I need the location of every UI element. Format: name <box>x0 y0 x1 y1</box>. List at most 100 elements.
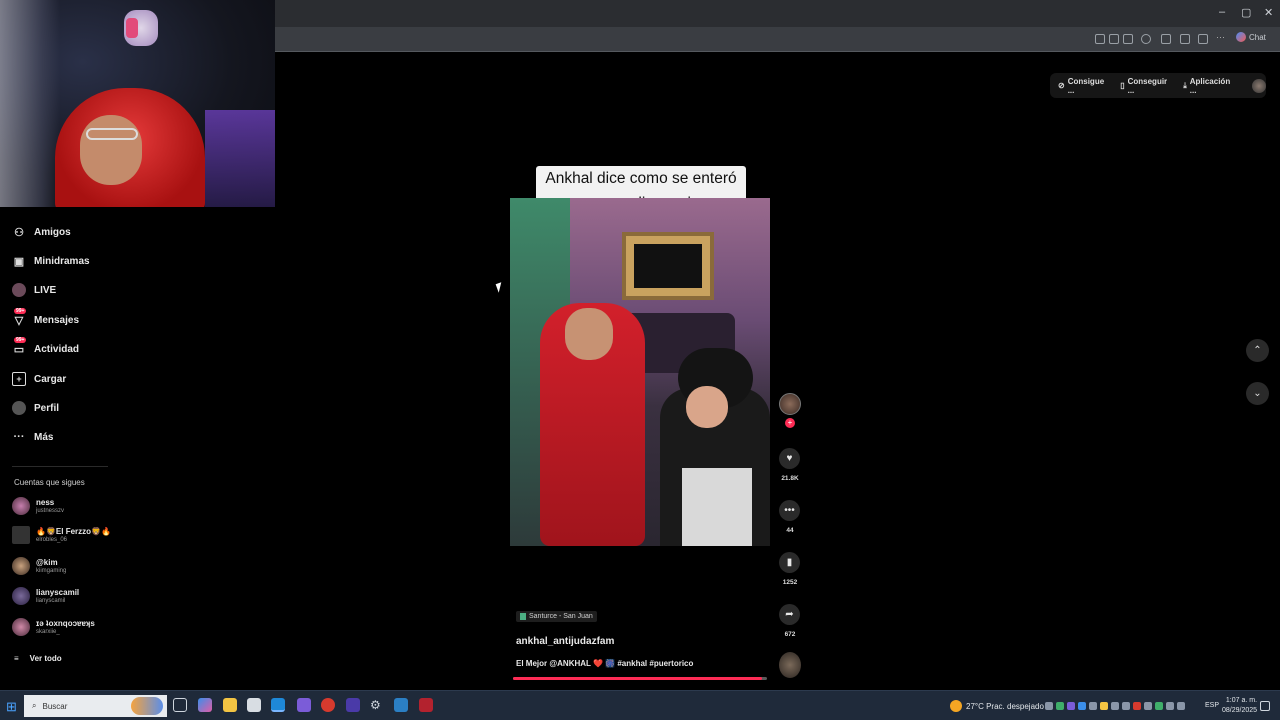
wifi-icon[interactable] <box>1111 702 1119 710</box>
following-account[interactable]: ness justnesszv <box>12 497 64 515</box>
task-view-icon[interactable] <box>173 698 187 712</box>
webcam-background <box>205 110 275 207</box>
volume-icon[interactable] <box>1122 702 1130 710</box>
sidebar-item-mensajes[interactable]: ▽ 99+ Mensajes <box>12 308 79 327</box>
save-action[interactable]: ▮ 1252 <box>779 552 801 586</box>
taskbar-search[interactable]: ⌕ Buscar <box>24 695 167 717</box>
tray-icon[interactable] <box>1100 702 1108 710</box>
sidebar-item-amigos[interactable]: ⚇ Amigos <box>12 225 71 239</box>
sidebar-item-minidramas[interactable]: ▣ Minidramas <box>12 254 90 268</box>
top-actions-bar: ⊘ Consigue ... ▯ Conseguir ... ⤓ Aplicac… <box>1050 73 1267 98</box>
video-shirt-print <box>682 468 752 546</box>
see-all-button[interactable]: ≡ Ver todo <box>14 654 62 663</box>
tray-icon[interactable] <box>1155 702 1163 710</box>
tray-icon[interactable] <box>1045 702 1053 710</box>
more-icon: ··· <box>13 431 25 443</box>
video-person-face <box>565 308 613 360</box>
sidebar-item-label: Actividad <box>34 343 80 355</box>
close-button[interactable]: ✕ <box>1264 6 1273 19</box>
file-explorer-icon[interactable] <box>223 698 237 712</box>
favorite-icon[interactable] <box>1123 34 1133 44</box>
extension-icon[interactable] <box>1161 34 1171 44</box>
video-poster-inner <box>634 244 702 288</box>
sidebar-item-actividad[interactable]: ▭ 99+ Actividad <box>12 337 80 356</box>
notification-icon[interactable] <box>1260 701 1270 711</box>
account-username: justnesszv <box>36 507 65 514</box>
store-icon[interactable] <box>247 698 261 712</box>
more-menu-icon[interactable]: ⋯ <box>1216 32 1226 42</box>
sidebar-item-cargar[interactable]: + Cargar <box>12 372 66 386</box>
split-screen-icon[interactable] <box>1095 34 1105 44</box>
sidebar-item-mas[interactable]: ··· Más <box>12 430 54 444</box>
caption-line-1: Ankhal dice como se enteró <box>545 170 737 187</box>
refresh-icon[interactable] <box>1141 34 1151 44</box>
app-icon[interactable] <box>346 698 360 712</box>
comment-icon[interactable]: ••• <box>779 500 800 521</box>
webcam-streamer-glasses <box>86 128 138 140</box>
language-indicator[interactable]: ESP <box>1205 702 1219 709</box>
tray-icon[interactable] <box>1089 702 1097 710</box>
edge-icon[interactable] <box>271 698 285 712</box>
sidebar-item-label: Más <box>34 431 54 443</box>
account-name: lianyscamil <box>36 587 80 597</box>
tray-icon[interactable] <box>1133 702 1141 710</box>
creator-avatar[interactable] <box>779 393 801 415</box>
settings-gear-icon[interactable]: ⚙ <box>370 698 384 712</box>
share-arrow-icon[interactable]: ➦ <box>779 604 800 625</box>
tray-icon[interactable] <box>1177 702 1185 710</box>
tray-icon[interactable] <box>1067 702 1075 710</box>
app-red-icon[interactable] <box>419 698 433 712</box>
video-framed-poster <box>622 232 714 300</box>
location-tag[interactable]: Santurce - San Juan <box>516 611 597 622</box>
location-label: Santurce - San Juan <box>529 613 593 620</box>
location-icon <box>520 613 526 620</box>
like-action[interactable]: ♥ 21.8K <box>779 448 801 482</box>
share-action[interactable]: ➦ 672 <box>779 604 801 638</box>
video-player[interactable] <box>510 198 770 546</box>
messages-icon: ▽ 99+ <box>14 308 27 327</box>
translate-icon[interactable] <box>1109 34 1119 44</box>
see-all-label: Ver todo <box>29 654 62 663</box>
sidebar-item-label: Amigos <box>34 226 71 238</box>
clock[interactable]: 1:07 a. m. 08/29/2025 <box>1222 696 1257 716</box>
avatar <box>12 587 30 605</box>
get-coins-button[interactable]: ⊘ Consigue ... <box>1058 77 1112 95</box>
get-app-button[interactable]: ▯ Conseguir ... <box>1120 77 1175 95</box>
video-progress-bar[interactable] <box>513 677 767 680</box>
obs-icon[interactable] <box>321 698 335 712</box>
steam-icon[interactable] <box>394 698 408 712</box>
video-author[interactable]: ankhal_antijudazfam <box>516 636 614 647</box>
favorites-icon[interactable] <box>1180 34 1190 44</box>
user-avatar[interactable] <box>1252 78 1267 93</box>
weather-widget[interactable]: 27°C Prac. despejado <box>950 700 1044 712</box>
sidebar-item-live[interactable]: LIVE <box>12 283 56 297</box>
windows-start-icon[interactable]: ⊞ <box>6 699 17 715</box>
maximize-button[interactable]: ▢ <box>1241 6 1251 19</box>
tray-icon[interactable] <box>1056 702 1064 710</box>
webcam-streamer-face <box>80 115 142 185</box>
collections-icon[interactable] <box>1198 34 1208 44</box>
tray-icon[interactable] <box>1144 702 1152 710</box>
following-account[interactable]: lianyscamil lianyscamil <box>12 587 79 605</box>
copilot-chat-button[interactable]: Chat <box>1236 32 1266 42</box>
video-progress-fill <box>513 677 762 680</box>
desktop-app-button[interactable]: ⤓ Aplicación ... <box>1183 77 1238 95</box>
list-icon: ≡ <box>14 654 19 663</box>
bookmark-icon[interactable]: ▮ <box>779 552 800 573</box>
comment-action[interactable]: ••• 44 <box>779 500 801 534</box>
following-account[interactable]: 🔥🦁El Ferzzo🦁🔥 elrobles_06 <box>12 526 111 544</box>
tray-icon[interactable] <box>1078 702 1086 710</box>
next-video-button[interactable]: ⌄ <box>1246 382 1269 405</box>
copilot-icon[interactable] <box>198 698 212 712</box>
following-account[interactable]: @kim kiimgaming <box>12 557 66 575</box>
sidebar-item-perfil[interactable]: Perfil <box>12 401 59 415</box>
activity-icon: ▭ 99+ <box>13 337 27 356</box>
minimize-button[interactable]: – <box>1219 6 1225 18</box>
heart-icon[interactable]: ♥ <box>779 448 800 469</box>
music-disc-icon[interactable] <box>779 652 801 678</box>
tray-icon[interactable] <box>1166 702 1174 710</box>
previous-video-button[interactable]: ⌃ <box>1246 339 1269 362</box>
following-account[interactable]: ɪǝ ʇoxnqoɔɐɐʞs skarxiie_ <box>12 618 95 636</box>
discord-icon[interactable] <box>297 698 311 712</box>
follow-plus-icon[interactable]: + <box>785 418 795 428</box>
